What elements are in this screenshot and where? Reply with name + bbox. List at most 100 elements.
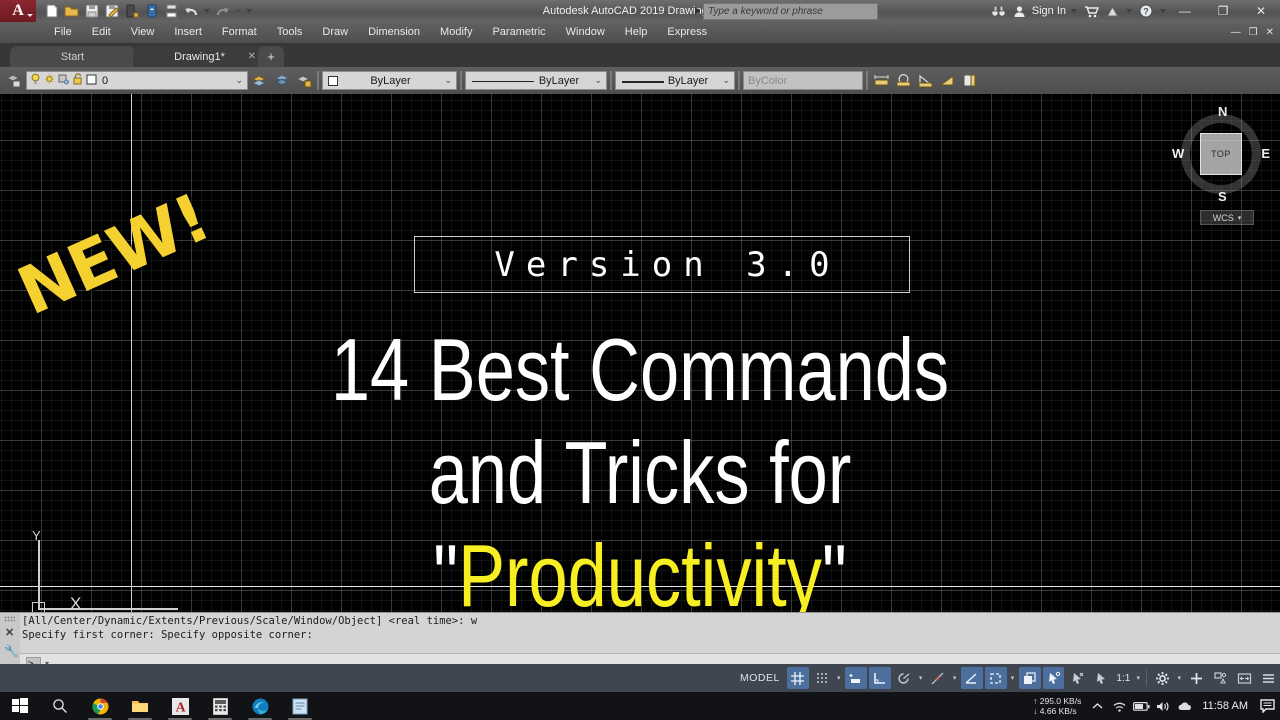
clock[interactable]: 11:58 AM <box>1196 700 1254 712</box>
close-button[interactable]: ✕ <box>1242 0 1280 22</box>
wifi-icon[interactable] <box>1108 692 1130 720</box>
calculator-icon[interactable] <box>200 692 240 720</box>
search-binoculars-icon[interactable] <box>990 2 1008 20</box>
autocad-icon[interactable]: A <box>160 692 200 720</box>
menu-item-express[interactable]: Express <box>657 22 717 43</box>
app-dropdown-icon[interactable] <box>1126 9 1132 13</box>
compass-north-label[interactable]: N <box>1218 104 1227 119</box>
infer-constraints-icon[interactable] <box>844 667 867 689</box>
open-icon[interactable] <box>62 2 81 20</box>
search-expand-icon[interactable] <box>695 7 700 15</box>
menu-item-view[interactable]: View <box>121 22 165 43</box>
save-as-icon[interactable] <box>102 2 121 20</box>
menu-item-window[interactable]: Window <box>556 22 615 43</box>
radius-dim-icon[interactable] <box>893 70 913 91</box>
notepad-icon[interactable] <box>280 692 320 720</box>
help-icon[interactable]: ? <box>1137 2 1155 20</box>
account-dropdown-icon[interactable] <box>1071 9 1077 13</box>
user-icon[interactable] <box>1011 2 1029 20</box>
search-icon[interactable] <box>40 692 80 720</box>
menu-item-dimension[interactable]: Dimension <box>358 22 430 43</box>
snap-dropdown-icon[interactable]: ▾ <box>834 667 844 689</box>
cart-icon[interactable] <box>1082 2 1100 20</box>
onedrive-icon[interactable] <box>1174 692 1196 720</box>
wcs-selector[interactable]: WCS ▾ <box>1200 210 1254 225</box>
undo-icon[interactable] <box>182 2 201 20</box>
annotation-scale-value[interactable]: 1:1 <box>1113 673 1133 684</box>
drawing-canvas[interactable]: Y X NEW! Version 3.0 14 Best Commands an… <box>0 94 1280 612</box>
battery-icon[interactable] <box>1130 692 1152 720</box>
hamburger-menu-icon[interactable] <box>1257 667 1279 689</box>
lineweight-control[interactable]: ByLayer ⌄ <box>615 71 735 90</box>
lightbulb-icon[interactable] <box>30 72 41 90</box>
menu-item-tools[interactable]: Tools <box>267 22 313 43</box>
drag-handle-icon[interactable] <box>4 616 15 622</box>
undo-dropdown-icon[interactable] <box>204 9 210 13</box>
menu-item-help[interactable]: Help <box>615 22 658 43</box>
annotation-monitor-icon[interactable] <box>1209 667 1231 689</box>
redo-icon[interactable] <box>213 2 232 20</box>
grid-display-icon[interactable] <box>786 667 809 689</box>
snap-mode-icon[interactable] <box>811 667 833 689</box>
polar-dropdown-icon[interactable]: ▾ <box>916 667 926 689</box>
menu-item-format[interactable]: Format <box>212 22 267 43</box>
menu-item-draw[interactable]: Draw <box>312 22 358 43</box>
chevron-down-icon[interactable]: ⌄ <box>444 75 452 86</box>
search-input[interactable]: Type a keyword or phrase <box>703 2 878 20</box>
3d-object-snap-icon[interactable] <box>1066 667 1088 689</box>
cloud-sync-icon[interactable] <box>142 2 161 20</box>
plot-icon[interactable] <box>162 2 181 20</box>
view-cube[interactable]: TOP N S W E <box>1169 102 1273 206</box>
save-icon[interactable] <box>82 2 101 20</box>
lineweight-dropdown-icon[interactable]: ▾ <box>1008 667 1018 689</box>
layer-state-icon[interactable] <box>294 70 314 91</box>
chrome-icon[interactable] <box>80 692 120 720</box>
workspace-gear-icon[interactable] <box>1151 667 1173 689</box>
chevron-down-icon[interactable]: ▾ <box>1238 214 1242 222</box>
sign-in-button[interactable]: Sign In <box>1032 5 1066 17</box>
application-menu-button[interactable]: A <box>0 0 36 22</box>
tab-start[interactable]: Start <box>10 46 135 67</box>
match-layer-icon[interactable] <box>250 70 270 91</box>
compass-west-label[interactable]: W <box>1172 146 1184 161</box>
chevron-down-icon[interactable]: ⌄ <box>235 75 243 86</box>
multileader-icon[interactable] <box>959 70 979 91</box>
selection-cycling-icon[interactable] <box>1042 667 1065 689</box>
dynamic-ucs-icon[interactable] <box>1090 667 1112 689</box>
scale-dropdown-icon[interactable]: ▾ <box>1133 667 1143 689</box>
chevron-down-icon[interactable] <box>27 14 33 17</box>
freeze-icon[interactable] <box>58 72 69 90</box>
color-swatch-icon[interactable] <box>86 72 97 90</box>
layer-properties-icon[interactable] <box>4 70 24 91</box>
export-icon[interactable] <box>122 2 141 20</box>
model-space-button[interactable]: MODEL <box>734 672 786 684</box>
menu-item-parametric[interactable]: Parametric <box>482 22 555 43</box>
view-cube-face[interactable]: TOP <box>1200 133 1242 175</box>
file-explorer-icon[interactable] <box>120 692 160 720</box>
ortho-mode-icon[interactable] <box>868 667 891 689</box>
color-control[interactable]: ByLayer ⌄ <box>322 71 457 90</box>
new-icon[interactable] <box>42 2 61 20</box>
menu-item-insert[interactable]: Insert <box>164 22 212 43</box>
doc-restore-button[interactable]: ❐ <box>1249 27 1258 38</box>
dimstyle-icon[interactable] <box>937 70 957 91</box>
layer-control[interactable]: 0 ⌄ <box>26 71 248 90</box>
close-icon[interactable]: ✕ <box>248 51 256 62</box>
sun-icon[interactable] <box>44 72 55 90</box>
layer-previous-icon[interactable] <box>272 70 292 91</box>
maximize-button[interactable]: ❐ <box>1204 0 1242 22</box>
new-tab-button[interactable]: + <box>258 46 284 67</box>
volume-icon[interactable] <box>1152 692 1174 720</box>
qat-customize-icon[interactable] <box>246 9 252 13</box>
workspace-dropdown-icon[interactable]: ▾ <box>1174 667 1184 689</box>
menu-item-edit[interactable]: Edit <box>82 22 121 43</box>
transparency-icon[interactable] <box>1018 667 1041 689</box>
close-icon[interactable]: ✕ <box>5 626 14 639</box>
linear-dim-icon[interactable] <box>871 70 891 91</box>
minimize-button[interactable]: — <box>1166 0 1204 22</box>
plotstyle-control[interactable]: ByColor <box>743 71 863 90</box>
polar-tracking-icon[interactable] <box>893 667 915 689</box>
notification-icon[interactable] <box>1254 692 1280 720</box>
tab-drawing1[interactable]: Drawing1* ✕ <box>133 46 266 67</box>
object-snap-icon[interactable] <box>960 667 983 689</box>
